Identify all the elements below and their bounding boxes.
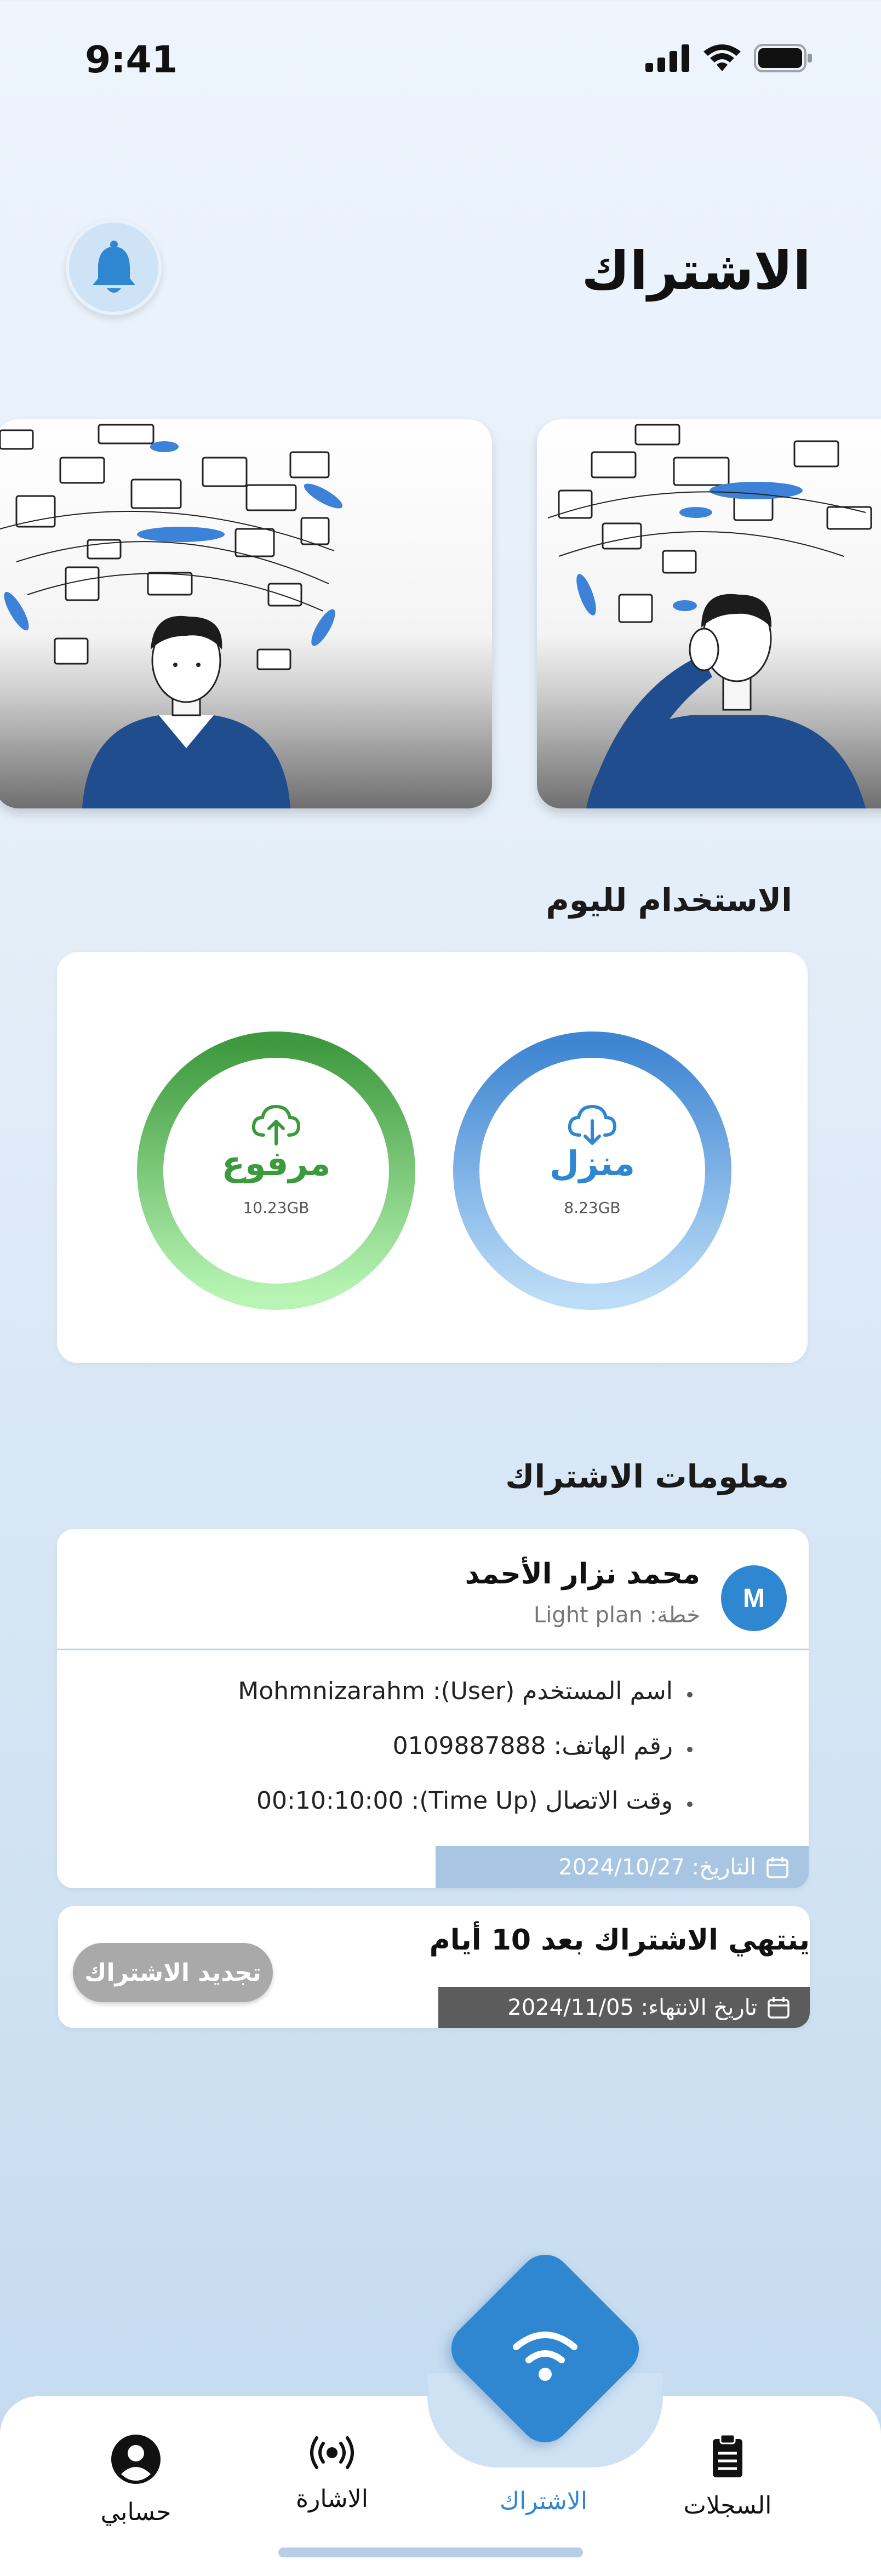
home-indicator: [278, 2547, 583, 2557]
download-value: 8.23GB: [564, 1199, 621, 1217]
card-divider: [57, 1649, 809, 1650]
upload-value: 10.23GB: [243, 1199, 310, 1217]
overwhelmed-man-illustration: [0, 419, 492, 808]
bullet: [687, 1692, 693, 1697]
carousel-card-2[interactable]: [537, 419, 881, 808]
cellular-signal-icon: [645, 44, 689, 72]
upload-ring: مرفوع 10.23GB: [136, 1031, 416, 1310]
plan-label: خطة: Light plan: [533, 1603, 700, 1628]
wifi-status-icon: [703, 44, 741, 71]
account-icon: [111, 2435, 161, 2484]
bell-icon: [92, 240, 135, 293]
detail-username: اسم المستخدم (User): Mohmnizarahm: [238, 1677, 673, 1705]
tab-subscription-label: الاشتراك: [499, 2487, 588, 2515]
download-label: منزل: [549, 1143, 636, 1183]
cloud-download-icon: [568, 1104, 617, 1145]
subscription-section-title: معلومات الاشتراك: [505, 1458, 789, 1495]
expiry-date-bar: تاريخ الانتهاء: 2024/11/05: [438, 1987, 810, 2028]
detail-phone: رقم الهاتف: 0109887888: [392, 1732, 673, 1760]
bullet: [687, 1747, 693, 1752]
status-time: 9:41: [85, 38, 178, 82]
tab-account[interactable]: حسابي: [65, 2433, 207, 2526]
usage-section-title: الاستخدام لليوم: [546, 881, 792, 919]
bullet: [687, 1802, 693, 1807]
detail-uptime: وقت الاتصال (Time Up): 00:10:10:00: [256, 1787, 673, 1815]
battery-icon: [754, 44, 812, 72]
download-ring: منزل 8.23GB: [453, 1031, 732, 1310]
calendar-icon: [766, 1856, 788, 1878]
tab-subscription[interactable]: الاشتراك: [472, 2487, 615, 2515]
tab-records[interactable]: السجلات: [656, 2433, 799, 2520]
wifi-icon: [513, 2332, 577, 2381]
clipboard-icon: [713, 2433, 742, 2477]
avatar: M: [721, 1565, 787, 1631]
status-icons: [645, 44, 813, 72]
subscription-date-bar: التاريخ: 2024/10/27: [436, 1846, 809, 1888]
expiry-date: تاريخ الانتهاء: 2024/11/05: [507, 1994, 757, 2020]
tab-signal-label: الاشارة: [296, 2485, 368, 2513]
usage-panel: منزل 8.23GB مرفوع 10.23GB: [57, 952, 808, 1363]
page-title: الاشتراك: [581, 240, 811, 301]
tab-records-label: السجلات: [683, 2492, 772, 2520]
tab-signal[interactable]: الاشارة: [261, 2433, 403, 2513]
expiry-message: ينتهي الاشتراك بعد 10 أيام: [429, 1924, 810, 1957]
signal-icon: [310, 2436, 354, 2469]
phone-call-man-illustration: [537, 419, 881, 808]
renew-subscription-button[interactable]: تجديد الاشتراك: [73, 1943, 273, 2002]
carousel-card-1[interactable]: [0, 419, 492, 808]
cloud-upload-icon: [251, 1104, 301, 1145]
calendar-icon: [768, 1997, 790, 2019]
subscription-date: التاريخ: 2024/10/27: [558, 1854, 756, 1880]
user-name: محمد نزار الأحمد: [465, 1558, 700, 1591]
tab-account-label: حسابي: [100, 2498, 171, 2526]
upload-label: مرفوع: [221, 1143, 331, 1183]
notifications-button[interactable]: [66, 219, 162, 315]
